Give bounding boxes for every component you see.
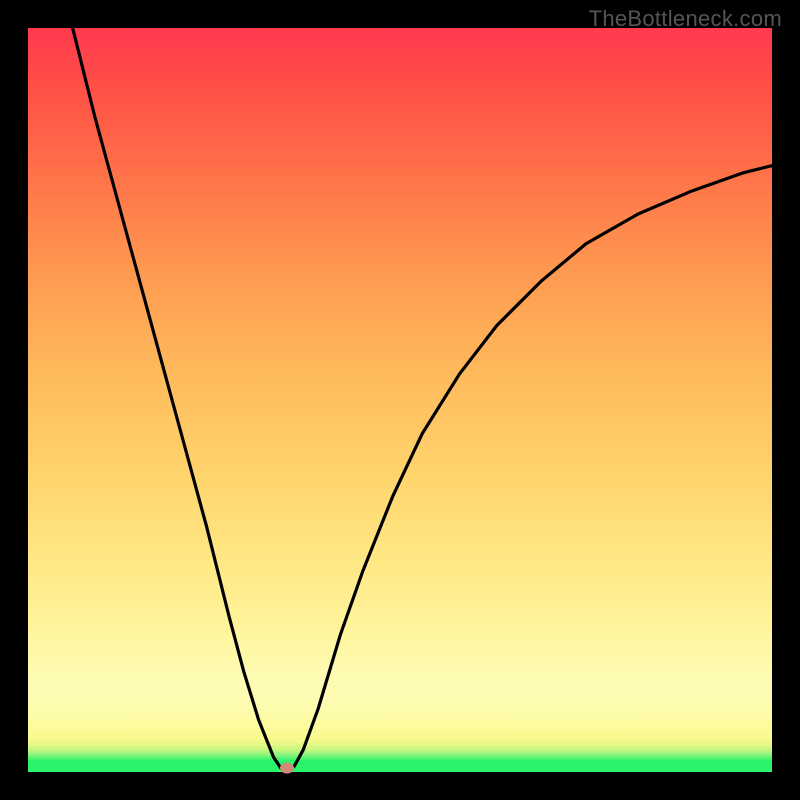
bottleneck-curve xyxy=(28,28,772,772)
watermark-text: TheBottleneck.com xyxy=(589,6,782,32)
optimal-point-marker xyxy=(280,763,294,774)
chart-plot-area xyxy=(28,28,772,772)
